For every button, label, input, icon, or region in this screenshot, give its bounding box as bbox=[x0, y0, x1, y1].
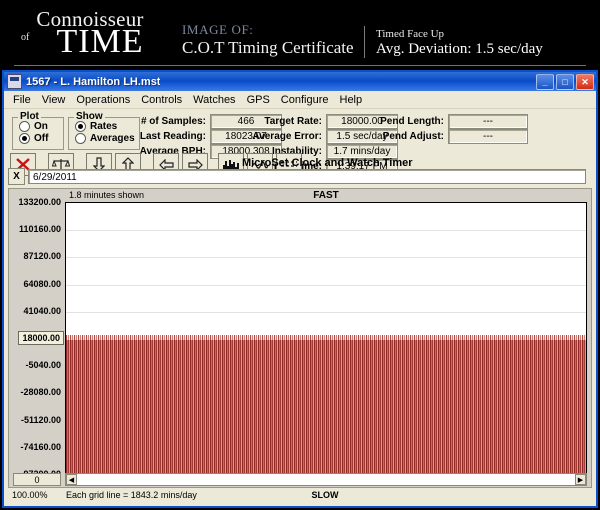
close-button[interactable]: ✕ bbox=[576, 74, 594, 90]
chart-gridline bbox=[66, 312, 586, 313]
y-axis-tick-label: -51120.00 bbox=[21, 415, 61, 425]
show-rates-radio[interactable]: Rates bbox=[75, 121, 139, 132]
menu-item-operations[interactable]: Operations bbox=[71, 93, 136, 107]
chart-gridline bbox=[66, 257, 586, 258]
rate-bars bbox=[66, 339, 586, 474]
plot-on-radio[interactable]: On bbox=[19, 121, 63, 132]
plot-off-radio[interactable]: Off bbox=[19, 133, 63, 144]
chart-gridline bbox=[66, 285, 586, 286]
scrollbar-left-arrow-icon[interactable]: ◀ bbox=[66, 474, 77, 485]
y-axis-tick-label: -5040.00 bbox=[25, 360, 61, 370]
timing-chart: 1.8 minutes shown FAST 133200.00 110160.0… bbox=[8, 188, 592, 488]
scrollbar-right-arrow-icon[interactable]: ▶ bbox=[575, 474, 586, 485]
horizontal-scrollbar[interactable]: ◀ ▶ bbox=[65, 473, 587, 486]
menu-item-watches[interactable]: Watches bbox=[188, 93, 241, 107]
image-of-label: IMAGE OF: bbox=[182, 22, 254, 38]
y-axis-tick-label: 18000.00 bbox=[18, 331, 64, 345]
chart-header: 1.8 minutes shown FAST bbox=[65, 190, 587, 202]
pend-adjust-field-row: Pend Adjust: --- bbox=[374, 129, 528, 144]
y-axis-tick-label: -28080.00 bbox=[20, 387, 61, 397]
logo-time-text: TIME bbox=[34, 24, 166, 60]
minimize-button[interactable]: _ bbox=[536, 74, 554, 90]
window-controls: _ □ ✕ bbox=[536, 74, 594, 90]
y-axis: 133200.00110160.0087120.0064080.0041040.… bbox=[9, 202, 64, 474]
fast-label: FAST bbox=[65, 190, 587, 201]
menu-item-controls[interactable]: Controls bbox=[136, 93, 188, 107]
clear-date-button[interactable]: X bbox=[8, 168, 25, 185]
rate-bars-crest bbox=[66, 335, 586, 340]
target-rate-label: Target Rate: bbox=[248, 116, 322, 127]
menu-item-gps[interactable]: GPS bbox=[242, 93, 276, 107]
pend-length-label: Pend Length: bbox=[374, 116, 444, 127]
maximize-button[interactable]: □ bbox=[556, 74, 574, 90]
status-bar: 100.00% Each grid line = 1843.2 mins/day… bbox=[8, 489, 592, 502]
y-axis-tick-label: 41040.00 bbox=[23, 306, 61, 316]
menu-item-configure[interactable]: Configure bbox=[276, 93, 335, 107]
banner-divider bbox=[364, 26, 365, 58]
menu-bar: File View Operations Controls Watches GP… bbox=[4, 91, 596, 109]
window-title-text: 1567 - L. Hamilton LH.mst bbox=[26, 76, 160, 88]
certificate-banner: Connoisseur of TIME IMAGE OF: C.O.T Timi… bbox=[0, 0, 600, 70]
screenshot-root: Connoisseur of TIME IMAGE OF: C.O.T Timi… bbox=[0, 0, 600, 510]
logo-of-text: of bbox=[21, 32, 29, 43]
certificate-title: C.O.T Timing Certificate bbox=[182, 38, 354, 58]
plot-area[interactable] bbox=[65, 202, 587, 474]
plot-off-label: Off bbox=[34, 133, 48, 144]
show-averages-radio[interactable]: Averages bbox=[75, 133, 139, 144]
pend-length-field-row: Pend Length: --- bbox=[374, 114, 528, 129]
menu-item-help[interactable]: Help bbox=[335, 93, 369, 107]
microset-application-window: 1567 - L. Hamilton LH.mst _ □ ✕ File Vie… bbox=[2, 70, 598, 508]
pend-length-value: --- bbox=[448, 114, 528, 129]
plot-group: Plot On Off bbox=[12, 117, 64, 150]
menu-item-view[interactable]: View bbox=[37, 93, 72, 107]
radio-icon bbox=[75, 133, 86, 144]
chart-gridline bbox=[66, 230, 586, 231]
average-error-label: Average Error: bbox=[248, 131, 322, 142]
radio-icon bbox=[19, 121, 30, 132]
y-axis-tick-label: 64080.00 bbox=[23, 279, 61, 289]
radio-icon bbox=[75, 121, 86, 132]
window-title-bar: 1567 - L. Hamilton LH.mst _ □ ✕ bbox=[4, 72, 596, 91]
plot-group-label: Plot bbox=[18, 111, 41, 122]
average-deviation-label: Avg. Deviation: 1.5 sec/day bbox=[376, 41, 543, 58]
plot-on-label: On bbox=[34, 121, 48, 132]
y-axis-tick-label: -74160.00 bbox=[20, 442, 61, 452]
menu-item-file[interactable]: File bbox=[8, 93, 37, 107]
zoom-percent: 100.00% bbox=[12, 490, 48, 500]
y-axis-tick-label: 110160.00 bbox=[19, 224, 61, 234]
show-rates-label: Rates bbox=[90, 121, 117, 132]
application-icon bbox=[7, 74, 22, 89]
radio-icon bbox=[19, 133, 30, 144]
connoisseur-of-time-logo: Connoisseur of TIME bbox=[14, 8, 166, 60]
samples-label: # of Samples: bbox=[134, 116, 206, 127]
date-input[interactable]: 6/29/2011 bbox=[28, 169, 586, 184]
slow-label: SLOW bbox=[64, 490, 586, 500]
last-reading-label: Last Reading: bbox=[134, 131, 206, 142]
banner-horizontal-rule bbox=[14, 65, 586, 66]
chart-scroll-row: 0 ◀ ▶ bbox=[9, 473, 591, 486]
pend-adjust-label: Pend Adjust: bbox=[374, 131, 444, 142]
zero-button[interactable]: 0 bbox=[13, 473, 61, 486]
date-row: X 6/29/2011 bbox=[8, 168, 586, 185]
y-axis-tick-label: 87120.00 bbox=[23, 251, 61, 261]
show-averages-label: Averages bbox=[90, 133, 135, 144]
pend-adjust-value: --- bbox=[448, 129, 528, 144]
y-axis-tick-label: 133200.00 bbox=[18, 197, 61, 207]
show-group: Show Rates Averages bbox=[68, 117, 140, 150]
orientation-label: Timed Face Up bbox=[376, 28, 444, 40]
